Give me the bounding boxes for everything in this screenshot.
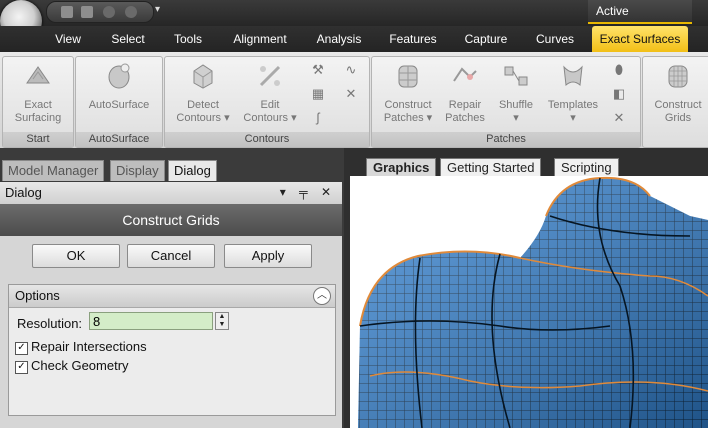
resolution-spinner-icon[interactable]: ▲ ▼ xyxy=(215,312,229,330)
left-panel: Model Manager Display Dialog Dialog ▾ ╤ … xyxy=(0,148,344,428)
edit-contours-icon xyxy=(259,65,281,87)
ribbon-label: Templates xyxy=(547,99,599,111)
construct-patches-icon xyxy=(398,65,418,88)
tab-features[interactable]: Features xyxy=(382,26,444,52)
ribbon-label: Surfacing xyxy=(14,112,62,124)
quick-access-toolbar xyxy=(46,1,154,23)
repair-intersections-label: Repair Intersections xyxy=(31,339,147,354)
repair-intersections-checkbox[interactable]: ✓ xyxy=(15,342,28,355)
ribbon-label: ▾ xyxy=(570,112,576,124)
exact-surfacing-button[interactable]: Exact Surfacing xyxy=(7,61,69,125)
contour-grid-icon[interactable]: ▦ xyxy=(311,87,325,101)
dialog-title: Construct Grids xyxy=(0,204,342,236)
autosurface-icon xyxy=(108,63,130,89)
ribbon-group-label: AutoSurface xyxy=(76,132,162,147)
tab-getting-started[interactable]: Getting Started xyxy=(440,158,542,177)
ribbon-group-label: Contours xyxy=(165,132,369,147)
exact-surfacing-icon xyxy=(26,66,50,84)
patch-edit-icon[interactable]: ◧ xyxy=(612,87,626,101)
autosurface-button[interactable]: AutoSurface xyxy=(80,61,158,112)
collapse-icon[interactable]: ︿ xyxy=(313,287,331,305)
ribbon-group-patches: Construct Patches ▾ Repair Patches Shuff… xyxy=(371,56,641,148)
contour-wave-icon[interactable]: ∿ xyxy=(339,63,363,77)
surface-model[interactable] xyxy=(350,176,708,428)
folder-icon[interactable] xyxy=(61,6,73,18)
construct-grids-button[interactable]: Construct Grids xyxy=(645,61,708,125)
dialog-header-title: Dialog xyxy=(5,185,42,200)
ribbon-label: Contours ▾ xyxy=(243,112,297,124)
ribbon-label: Detect xyxy=(187,99,219,111)
tab-model-manager[interactable]: Model Manager xyxy=(2,160,105,181)
dialog-header: Dialog ▾ ╤ ✕ xyxy=(0,182,342,205)
cancel-button[interactable]: Cancel xyxy=(127,244,215,268)
contour-delete-icon[interactable]: ✕ xyxy=(341,87,361,101)
tab-graphics[interactable]: Graphics xyxy=(366,158,437,177)
check-geometry-label: Check Geometry xyxy=(31,358,129,373)
ribbon-label: ▾ xyxy=(513,112,519,124)
ribbon-group-contours: Detect Contours ▾ Edit Contours ▾ ⚒ ▦ ʃ … xyxy=(164,56,370,148)
ribbon-label: Construct xyxy=(654,99,702,111)
patch-delete-icon[interactable]: ✕ xyxy=(612,111,626,125)
save-icon[interactable] xyxy=(81,6,93,18)
redo-icon[interactable] xyxy=(125,6,137,18)
tab-select[interactable]: Select xyxy=(104,26,152,52)
undo-icon[interactable] xyxy=(103,6,115,18)
active-status: Active xyxy=(588,0,692,24)
options-panel: Options ︿ Resolution: 8 ▲ ▼ ✓ Repair Inte… xyxy=(8,284,336,416)
detect-contours-button[interactable]: Detect Contours ▾ xyxy=(169,61,237,125)
edit-contours-button[interactable]: Edit Contours ▾ xyxy=(237,61,303,125)
ribbon-label: Repair xyxy=(448,99,482,111)
graphics-area: Graphics Getting Started Scripting xyxy=(344,148,708,428)
tab-curves[interactable]: Curves xyxy=(528,26,582,52)
tab-view[interactable]: View xyxy=(46,26,90,52)
resolution-label: Resolution: xyxy=(17,316,83,331)
shuffle-icon xyxy=(504,66,528,86)
ribbon-group-label: Start xyxy=(3,132,73,147)
ribbon-label: Patches ▾ xyxy=(383,112,433,124)
tab-exact-surfaces[interactable]: Exact Surfaces xyxy=(592,26,688,52)
ribbon-label: Edit xyxy=(260,99,280,111)
options-header[interactable]: Options ︿ xyxy=(9,285,335,308)
ribbon-label: Exact xyxy=(24,99,52,111)
dialog-panel: Dialog ▾ ╤ ✕ Construct Grids OK Cancel A… xyxy=(0,182,342,428)
tab-alignment[interactable]: Alignment xyxy=(224,26,296,52)
construct-patches-button[interactable]: Construct Patches ▾ xyxy=(376,61,440,125)
ribbon-label: Contours ▾ xyxy=(176,112,230,124)
ok-button[interactable]: OK xyxy=(32,244,120,268)
contour-curve-icon[interactable]: ʃ xyxy=(311,111,325,125)
options-title: Options xyxy=(15,288,60,303)
ribbon-label: Grids xyxy=(664,112,692,124)
tab-display[interactable]: Display xyxy=(110,160,165,181)
ribbon-label: Construct xyxy=(384,99,432,111)
tab-tools[interactable]: Tools xyxy=(166,26,210,52)
templates-icon xyxy=(563,65,583,86)
contour-tool-icon[interactable]: ⚒ xyxy=(311,63,325,77)
check-geometry-checkbox[interactable]: ✓ xyxy=(15,361,28,374)
patch-cylinder-icon[interactable]: ⬮ xyxy=(612,63,626,77)
ribbon-group-start: Exact Surfacing Start xyxy=(2,56,74,148)
tab-capture[interactable]: Capture xyxy=(456,26,516,52)
dialog-window-controls[interactable]: ▾ ╤ ✕ xyxy=(280,185,336,199)
apply-button[interactable]: Apply xyxy=(224,244,312,268)
tab-analysis[interactable]: Analysis xyxy=(308,26,370,52)
tab-scripting[interactable]: Scripting xyxy=(554,158,619,177)
templates-button[interactable]: Templates ▾ xyxy=(542,61,604,125)
resolution-input[interactable]: 8 xyxy=(89,312,213,330)
ribbon-group-autosurface: AutoSurface AutoSurface xyxy=(75,56,163,148)
repair-patches-icon xyxy=(453,67,477,82)
shuffle-button[interactable]: Shuffle ▾ xyxy=(492,61,540,125)
ribbon-label: Patches xyxy=(445,112,485,124)
ribbon-group-label: Patches xyxy=(372,132,640,147)
ribbon: Exact Surfacing Start AutoSurface AutoSu… xyxy=(0,52,708,149)
ribbon-label: Shuffle xyxy=(498,99,534,111)
ribbon-label: AutoSurface xyxy=(88,99,150,111)
construct-grids-icon xyxy=(668,65,688,88)
quick-access-more-icon[interactable]: ▾ xyxy=(155,4,160,15)
menu-tab-bar: View Select Tools Alignment Analysis Fea… xyxy=(0,26,708,52)
tab-dialog[interactable]: Dialog xyxy=(168,160,217,181)
3d-viewport[interactable] xyxy=(350,176,708,428)
ribbon-group-grids: Construct Grids xyxy=(642,56,708,148)
repair-patches-button[interactable]: Repair Patches xyxy=(440,61,490,125)
detect-contours-icon xyxy=(193,64,213,89)
